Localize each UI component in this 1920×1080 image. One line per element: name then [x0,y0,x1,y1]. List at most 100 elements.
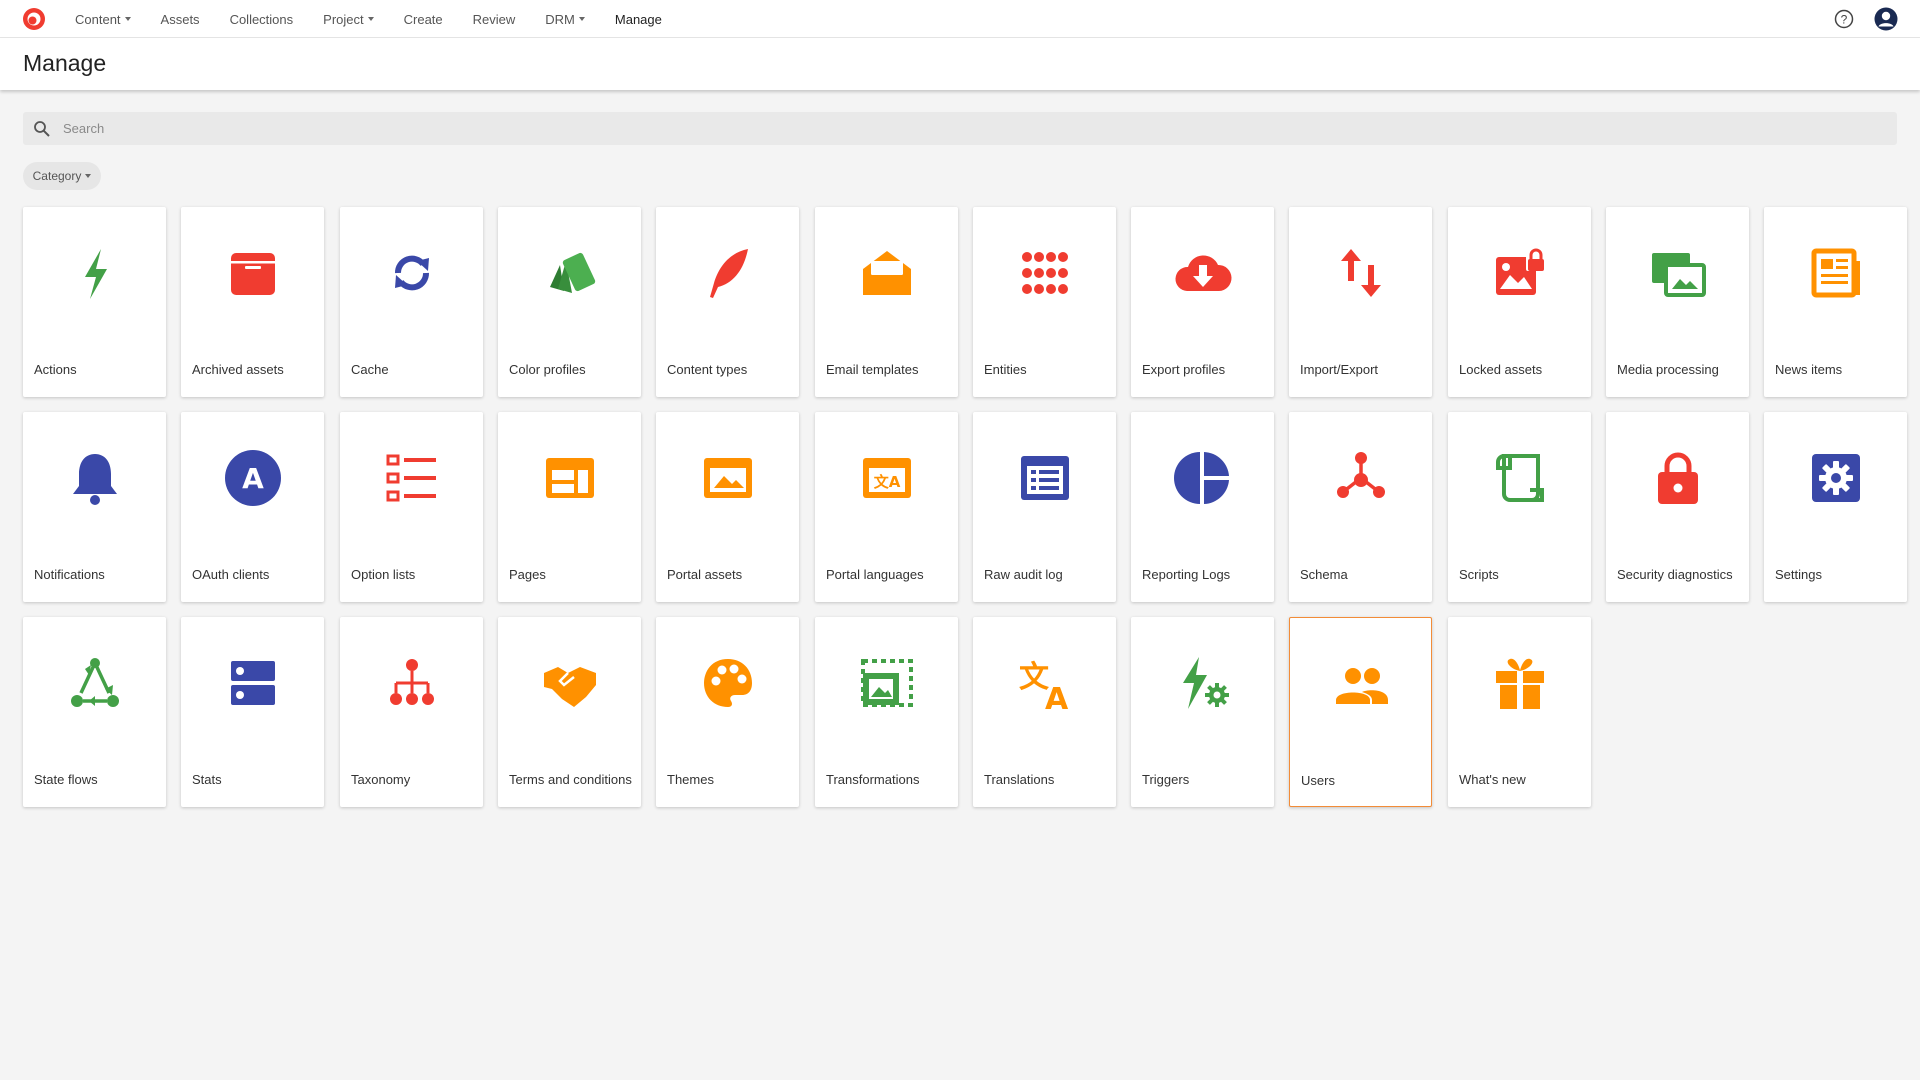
tile-notifications[interactable]: Notifications [23,412,166,602]
tile-taxonomy[interactable]: Taxonomy [340,617,483,807]
tile-label: Archived assets [192,362,284,377]
page-header: Manage [0,38,1920,90]
nav-item-label: Create [403,11,443,27]
tile-label: Actions [34,362,77,377]
tile-label: Entities [984,362,1027,377]
search-bar [23,112,1897,145]
portal-image-icon [704,458,752,498]
quill-feather-icon [710,249,748,298]
tile-users[interactable]: Users [1289,617,1432,807]
oauth-a-circle-icon: A [225,450,281,506]
crop-image-icon [861,659,913,707]
app-logo-icon[interactable] [22,7,46,31]
tile-label: Color profiles [509,362,586,377]
tile-raw-audit-log[interactable]: Raw audit log [973,412,1116,602]
tile-actions[interactable]: Actions [23,207,166,397]
tile-scripts[interactable]: Scripts [1448,412,1591,602]
cloud-download-icon [1175,255,1232,291]
tile-transformations[interactable]: Transformations [815,617,958,807]
svg-text:?: ? [1841,13,1848,27]
page-title: Manage [23,50,107,76]
tile-state-flows[interactable]: State flows [23,617,166,807]
tile-cache[interactable]: Cache [340,207,483,397]
tile-label: Cache [351,362,389,377]
tile-portal-assets[interactable]: Portal assets [656,412,799,602]
color-swatches-icon [550,252,596,293]
media-images-icon [1652,253,1706,297]
people-group-icon [1336,668,1388,704]
refresh-icon [395,255,429,291]
nav-item-review[interactable]: Review [473,12,516,27]
tile-label: What's new [1459,772,1526,787]
tile-label: Terms and conditions [509,772,632,787]
locked-image-icon [1496,248,1546,295]
tile-import-export[interactable]: Import/Export [1289,207,1432,397]
archive-box-icon [231,253,275,295]
nav-item-content[interactable]: Content [75,12,131,27]
open-envelope-icon [863,251,911,295]
tile-content-types[interactable]: Content types [656,207,799,397]
tile-label: Import/Export [1300,362,1379,377]
tile-label: Users [1301,773,1335,788]
tile-news-items[interactable]: News items [1764,207,1907,397]
tile-portal-languages[interactable]: 文A Portal languages [815,412,958,602]
tile-label: News items [1775,362,1843,377]
tile-what-s-new[interactable]: What's new [1448,617,1591,807]
nav-item-project[interactable]: Project [323,12,374,27]
caret-down-icon [578,17,585,21]
user-avatar-icon[interactable] [1874,7,1898,31]
caret-down-icon [85,174,92,178]
nav-item-drm[interactable]: DRM [545,12,585,27]
tile-archived-assets[interactable]: Archived assets [181,207,324,397]
tile-export-profiles[interactable]: Export profiles [1131,207,1274,397]
gear-box-icon [1812,454,1860,502]
bolt-gear-icon [1183,657,1229,709]
tile-locked-assets[interactable]: Locked assets [1448,207,1591,397]
tile-label: Schema [1300,567,1348,582]
tile-security-diagnostics[interactable]: Security diagnostics [1606,412,1749,602]
tile-media-processing[interactable]: Media processing [1606,207,1749,397]
caret-down-icon [367,17,374,21]
caret-down-icon [124,17,131,21]
search-input[interactable] [63,112,1863,145]
tile-terms-and-conditions[interactable]: Terms and conditions [498,617,641,807]
nav-item-manage[interactable]: Manage [615,12,662,27]
tile-label: State flows [34,772,98,787]
tile-label: Locked assets [1459,362,1543,377]
tile-label: Option lists [351,567,416,582]
help-icon[interactable]: ? [1834,9,1854,29]
newspaper-icon [1811,248,1860,298]
nav-item-assets[interactable]: Assets [161,12,200,27]
nav-item-label: Collections [229,11,294,27]
tile-schema[interactable]: Schema [1289,412,1432,602]
tile-label: Themes [667,772,714,787]
handshake-icon [544,667,596,707]
search-icon [34,121,50,137]
tile-label: Reporting Logs [1142,567,1231,582]
tile-label: Transformations [826,772,920,787]
tile-email-templates[interactable]: Email templates [815,207,958,397]
tile-pages[interactable]: Pages [498,412,641,602]
tile-option-lists[interactable]: Option lists [340,412,483,602]
gift-icon [1496,658,1544,709]
tile-stats[interactable]: Stats [181,617,324,807]
tile-translations[interactable]: 文 A Translations [973,617,1116,807]
tile-label: Triggers [1142,772,1190,787]
tile-entities[interactable]: Entities [973,207,1116,397]
main-menu: Content Assets Collections Project Creat… [75,0,692,38]
tile-color-profiles[interactable]: Color profiles [498,207,641,397]
tile-triggers[interactable]: Triggers [1131,617,1274,807]
language-translate-box-icon: 文A [863,458,911,498]
dot-grid-icon [1022,252,1068,294]
tile-label: OAuth clients [192,567,270,582]
nav-item-create[interactable]: Create [404,12,443,27]
nav-item-collections[interactable]: Collections [230,12,294,27]
top-nav-bar: Content Assets Collections Project Creat… [0,0,1920,38]
category-filter-button[interactable]: Category [23,162,101,190]
tile-oauth-clients[interactable]: A OAuth clients [181,412,324,602]
tile-reporting-logs[interactable]: Reporting Logs [1131,412,1274,602]
tile-label: Raw audit log [984,567,1063,582]
category-filter-label: Category [32,169,82,183]
tile-themes[interactable]: Themes [656,617,799,807]
tile-settings[interactable]: Settings [1764,412,1907,602]
